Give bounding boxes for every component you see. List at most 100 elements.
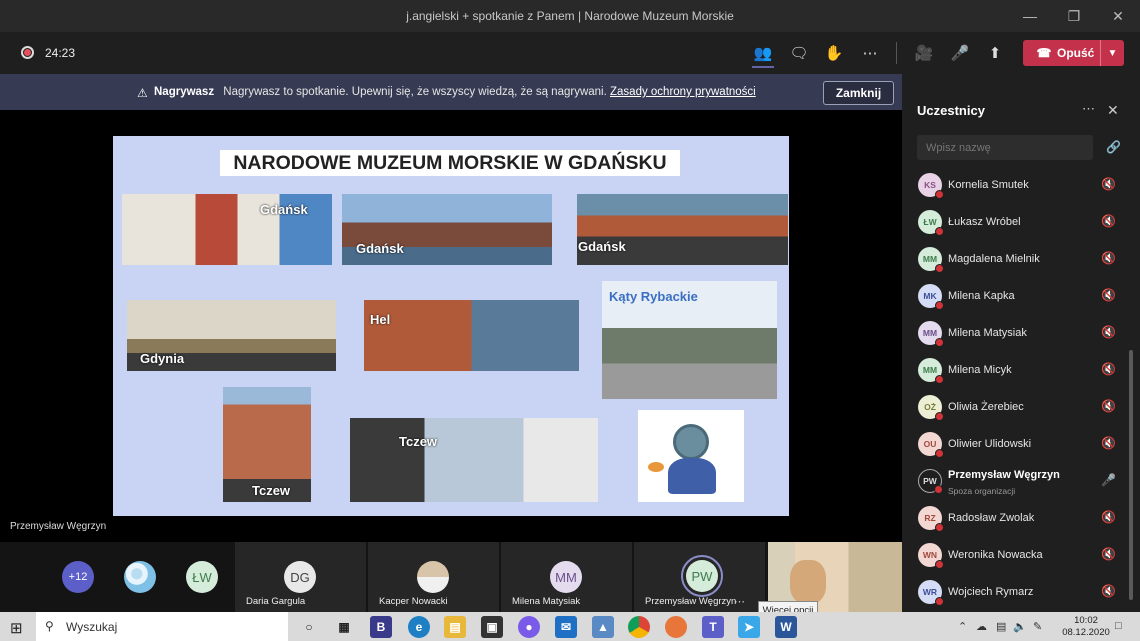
participant-row[interactable]: OU Oliwier Ulidowski 🔇	[917, 429, 1117, 466]
file-explorer-icon[interactable]: ▤	[444, 616, 466, 638]
panel-scrollbar[interactable]	[1129, 350, 1133, 600]
muted-microphone-icon[interactable]: 🔇	[1101, 436, 1116, 450]
participant-search-input[interactable]	[917, 135, 1093, 160]
avatar: MM	[918, 247, 944, 273]
presentation-slide: NARODOWE MUZEUM MORSKIE W GDAŃSKU Gdańsk…	[113, 136, 789, 516]
recording-icon	[21, 46, 34, 59]
participant-name: Milena Matysiak	[948, 327, 1027, 339]
participant-name: Łukasz Wróbel	[948, 216, 1021, 228]
mail-icon[interactable]: ✉	[555, 616, 577, 638]
word-icon[interactable]: W	[775, 616, 797, 638]
video-tile-active[interactable]: PW Przemysław Węgrzyn ⋯	[634, 542, 765, 612]
firefox-icon[interactable]	[665, 616, 687, 638]
muted-microphone-icon[interactable]: 🔇	[1101, 251, 1116, 265]
avatar-initials: OŻ	[924, 402, 936, 412]
illustration-diver	[638, 410, 744, 502]
task-view-icon[interactable]: ▦	[333, 616, 355, 638]
chevron-down-icon[interactable]: ▼	[1100, 40, 1124, 66]
tile-name: Przemysław Węgrzyn	[645, 596, 737, 607]
muted-microphone-icon[interactable]: 🔇	[1101, 325, 1116, 339]
avatar-lw[interactable]: ŁW	[186, 561, 218, 593]
windows-start-icon[interactable]: ⊞	[10, 619, 23, 637]
restore-icon[interactable]: ❐	[1052, 0, 1096, 32]
participant-name: Oliwier Ulidowski	[948, 438, 1032, 450]
chat-icon[interactable]: 🗨	[787, 41, 811, 65]
muted-microphone-icon[interactable]: 🔇	[1101, 362, 1116, 376]
video-tile[interactable]: DG Daria Gargula	[235, 542, 366, 612]
participant-row[interactable]: MM Milena Micyk 🔇	[917, 355, 1117, 392]
volume-icon[interactable]: 🔈	[1013, 620, 1027, 633]
participant-row[interactable]: WN Weronika Nowacka 🔇	[917, 540, 1117, 577]
participant-name: Weronika Nowacka	[948, 549, 1043, 561]
tray-chevron-icon[interactable]: ⌃	[958, 620, 967, 633]
privacy-link[interactable]: Zasady ochrony prywatności	[610, 86, 756, 98]
muted-microphone-icon[interactable]: 🔇	[1101, 584, 1116, 598]
minimize-icon[interactable]: —	[1008, 0, 1052, 32]
participant-row[interactable]: MM Magdalena Mielnik 🔇	[917, 244, 1117, 281]
microphone-icon[interactable]: 🎤	[1101, 473, 1116, 487]
raise-hand-icon[interactable]: ✋	[822, 41, 846, 65]
avatar: MM	[550, 561, 582, 593]
muted-microphone-icon[interactable]: 🔇	[1101, 177, 1116, 191]
presence-dot	[935, 190, 944, 199]
app-b-icon[interactable]: B	[370, 616, 392, 638]
muted-microphone-icon[interactable]: 🔇	[1101, 288, 1116, 302]
participant-row[interactable]: MM Milena Matysiak 🔇	[917, 318, 1117, 355]
app-icon[interactable]: ▲	[592, 616, 614, 638]
taskbar-clock[interactable]: 10:02 08.12.2020	[1062, 615, 1110, 639]
microphone-icon[interactable]: 🎤	[948, 41, 972, 65]
photo-label: Gdańsk	[356, 241, 404, 256]
pattern-avatar[interactable]	[124, 561, 156, 593]
photo-label: Gdańsk	[578, 239, 626, 254]
more-options-icon[interactable]: ⋯	[734, 595, 745, 608]
participant-row[interactable]: KS Kornelia Smutek 🔇	[917, 170, 1117, 207]
muted-microphone-icon[interactable]: 🔇	[1101, 399, 1116, 413]
share-screen-icon[interactable]: ⬆	[983, 41, 1007, 65]
taskbar-search[interactable]: ⚲ Wyszukaj	[36, 612, 288, 641]
teams-icon[interactable]: T	[702, 616, 724, 638]
share-link-icon[interactable]: 🔗	[1106, 140, 1121, 154]
participant-row[interactable]: ŁW Łukasz Wróbel 🔇	[917, 207, 1117, 244]
store-icon[interactable]: ▣	[481, 616, 503, 638]
video-tile[interactable]: MM Milena Matysiak	[501, 542, 632, 612]
participant-row[interactable]: WR Wojciech Rymarz 🔇	[917, 577, 1117, 614]
presence-dot	[935, 412, 944, 421]
telegram-icon[interactable]: ➤	[738, 616, 760, 638]
search-icon: ⚲	[45, 619, 54, 633]
muted-microphone-icon[interactable]: 🔇	[1101, 214, 1116, 228]
cloud-icon[interactable]: ☁	[976, 620, 987, 633]
close-window-icon[interactable]: ✕	[1096, 0, 1140, 32]
participant-row[interactable]: PW Przemysław Węgrzyn Spoza organizacji 🎤	[917, 466, 1117, 503]
avatar-initials: WR	[922, 587, 938, 597]
panel-close-icon[interactable]: ✕	[1107, 102, 1119, 119]
cortana-icon[interactable]: ○	[298, 616, 320, 638]
hang-up-icon: ☎	[1036, 46, 1052, 60]
avatar-initials: OU	[923, 439, 937, 449]
participant-row[interactable]: MK Milena Kapka 🔇	[917, 281, 1117, 318]
avatar: WN	[918, 543, 944, 569]
muted-microphone-icon[interactable]: 🔇	[1101, 510, 1116, 524]
participants-icon[interactable]: 👥	[751, 41, 775, 65]
close-banner-button[interactable]: Zamknij	[823, 81, 894, 105]
participant-row[interactable]: RZ Radosław Zwolak 🔇	[917, 503, 1117, 540]
pen-icon[interactable]: ✎	[1033, 620, 1042, 633]
overflow-count[interactable]: +12	[62, 561, 94, 593]
edge-icon[interactable]: e	[408, 616, 430, 638]
participant-row[interactable]: OŻ Oliwia Żerebiec 🔇	[917, 392, 1117, 429]
video-tile[interactable]: Kacper Nowacki	[368, 542, 499, 612]
network-icon[interactable]: ▤	[996, 620, 1006, 633]
avatar: PW	[686, 560, 718, 592]
panel-more-icon[interactable]: ⋯	[1082, 101, 1095, 117]
more-options-icon[interactable]: ⋯	[858, 41, 882, 65]
camera-icon[interactable]: 🎥	[912, 41, 936, 65]
messenger-icon[interactable]: ●	[518, 616, 540, 638]
presence-dot	[935, 301, 944, 310]
leave-button[interactable]: ☎ Opuść ▼	[1023, 40, 1124, 66]
chrome-icon[interactable]	[628, 616, 650, 638]
photo-gdansk-ship: Gdańsk	[577, 194, 788, 265]
avatar: OU	[918, 432, 944, 458]
presence-dot	[935, 264, 944, 273]
muted-microphone-icon[interactable]: 🔇	[1101, 547, 1116, 561]
notifications-icon[interactable]: □	[1115, 620, 1122, 632]
clock-time: 10:02	[1074, 615, 1098, 626]
